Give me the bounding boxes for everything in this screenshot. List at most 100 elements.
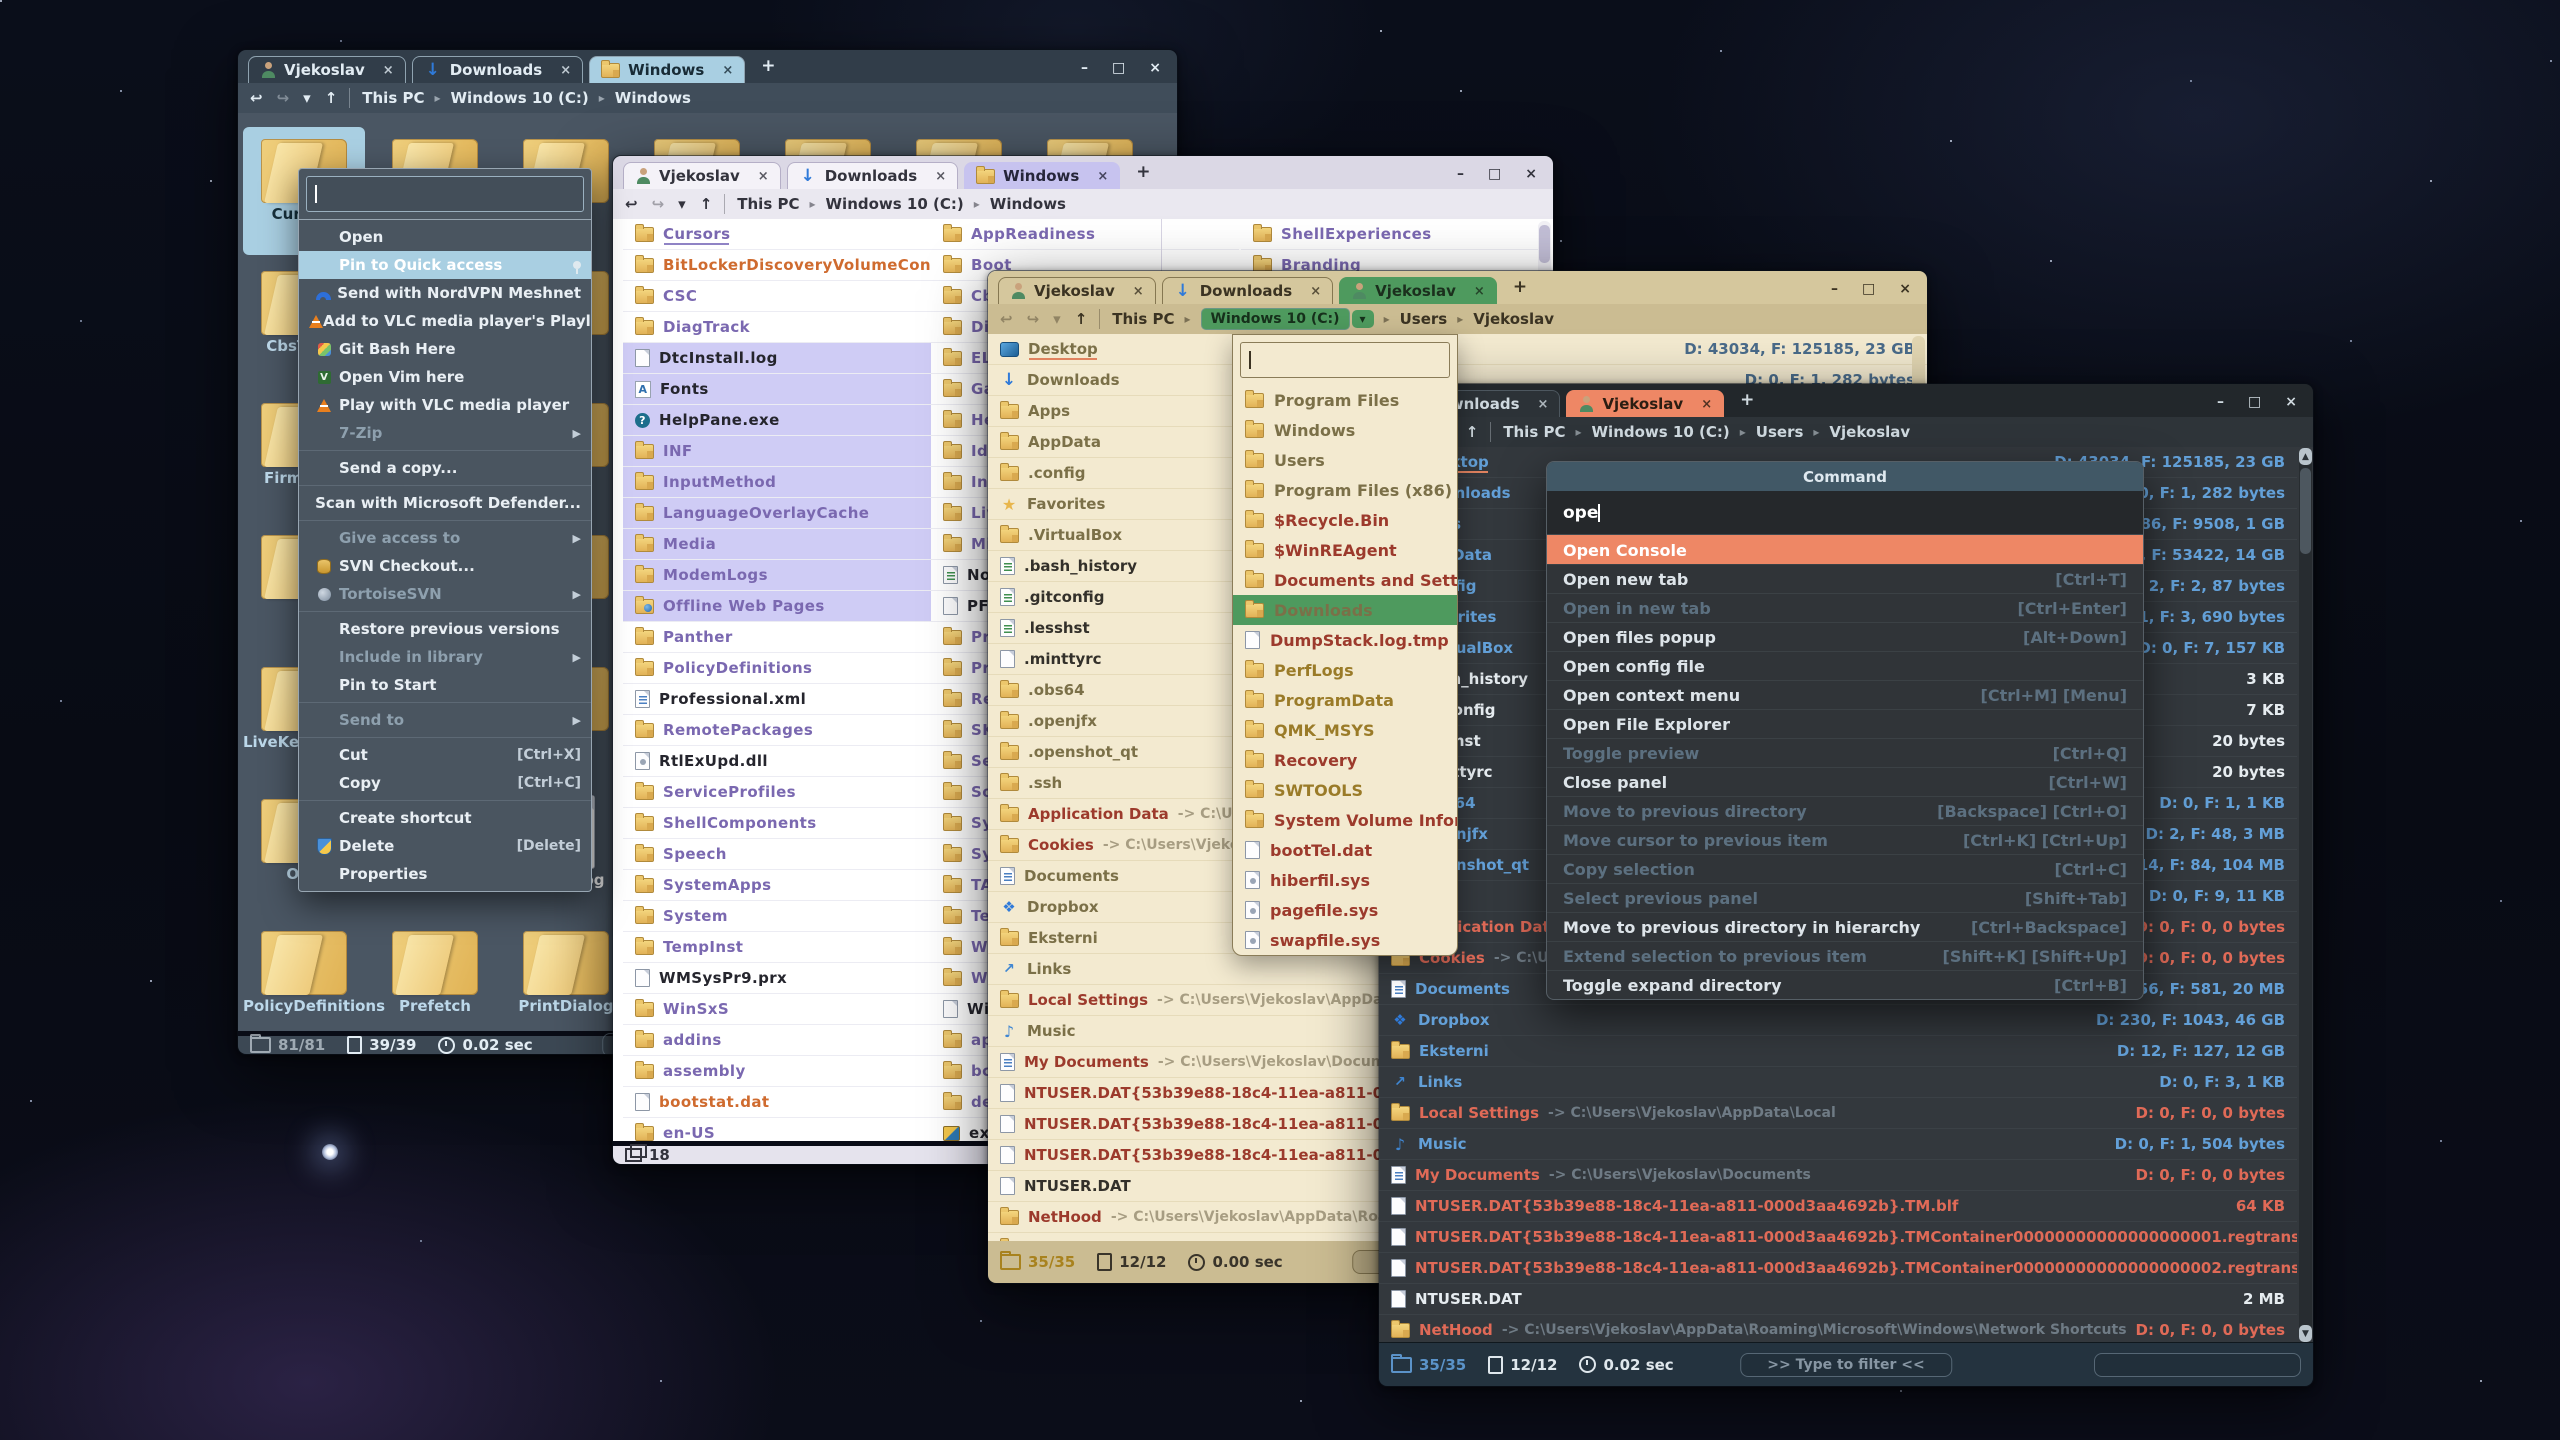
menu-item-delete[interactable]: Delete[Delete]	[299, 832, 591, 860]
maximize-button[interactable]: □	[1112, 60, 1125, 76]
back-button[interactable]: ↩	[1000, 310, 1013, 328]
menu-item-send-with-nordvpn-meshnet[interactable]: Send with NordVPN Meshnet	[299, 279, 591, 307]
file-row-bootstat-dat[interactable]: bootstat.dat	[623, 1087, 931, 1118]
forward-button[interactable]: ↪	[277, 89, 290, 107]
file-row-addins[interactable]: addins	[623, 1025, 931, 1056]
palette-item-toggle-expand-directory[interactable]: Toggle expand directory[Ctrl+B]	[1547, 970, 2143, 999]
menu-item-cut[interactable]: Cut[Ctrl+X]	[299, 741, 591, 769]
filter-box[interactable]: >> Type to filter <<	[1740, 1353, 1952, 1377]
titlebar[interactable]: Vjekoslav×↓Downloads×Windows×+ –□×	[238, 50, 1177, 83]
close-button[interactable]: ×	[1149, 60, 1161, 76]
tab-vjekoslav[interactable]: Vjekoslav×	[998, 277, 1156, 304]
up-button[interactable]: ↑	[1466, 423, 1479, 441]
menu-item-send-to[interactable]: Send to▶	[299, 706, 591, 734]
palette-input[interactable]: ope	[1547, 491, 2143, 535]
file-row-my-documents[interactable]: My Documents-> C:\Users\Vjekoslav\Docume…	[1379, 1160, 2297, 1191]
dropdown-item-hiberfil-sys[interactable]: hiberfil.sys	[1233, 865, 1457, 895]
dropdown-item-recovery[interactable]: Recovery	[1233, 745, 1457, 775]
history-button[interactable]: ▾	[678, 195, 686, 213]
scrollbar-thumb[interactable]	[1539, 225, 1550, 263]
menu-item-open[interactable]: Open	[299, 223, 591, 251]
close-button[interactable]: ×	[1899, 281, 1911, 297]
breadcrumb-windows-10-c[interactable]: Windows 10 (C:)	[1592, 423, 1730, 441]
palette-item-open-context-menu[interactable]: Open context menu[Ctrl+M] [Menu]	[1547, 680, 2143, 709]
breadcrumb-windows-10-c[interactable]: Windows 10 (C:)	[1201, 308, 1350, 330]
file-row-ntuser-dat-53b39e88-18c4-11ea-a811-000d3aa4692b-tmcontainer00000000000000000002-regtrans-ms[interactable]: NTUSER.DAT{53b39e88-18c4-11ea-a811-000d3…	[1379, 1253, 2297, 1284]
tab-close-icon[interactable]: ×	[1133, 284, 1144, 299]
maximize-button[interactable]: □	[1862, 281, 1875, 297]
file-row-ntuser-dat-53b39e88-18c4-11ea-a811-000d3aa4692b-tm-blf[interactable]: NTUSER.DAT{53b39e88-18c4-11ea-a811-000d3…	[1379, 1191, 2297, 1222]
dropdown-item-dumpstack-log-tmp[interactable]: DumpStack.log.tmp	[1233, 625, 1457, 655]
file-row-rtlexupd-dll[interactable]: RtlExUpd.dll	[623, 746, 931, 777]
menu-item-create-shortcut[interactable]: Create shortcut	[299, 804, 591, 832]
menu-item-7-zip[interactable]: 7-Zip▶	[299, 419, 591, 447]
breadcrumb-this-pc[interactable]: This PC	[362, 89, 424, 107]
tab-vjekoslav[interactable]: Vjekoslav×	[248, 56, 406, 83]
tab-close-icon[interactable]: ×	[758, 169, 769, 184]
file-row-fonts[interactable]: AFonts	[623, 374, 931, 405]
menu-item-play-with-vlc-media-player[interactable]: Play with VLC media player	[299, 391, 591, 419]
tab-close-icon[interactable]: ×	[722, 63, 733, 78]
menu-item-pin-to-start[interactable]: Pin to Start	[299, 671, 591, 699]
maximize-button[interactable]: □	[1488, 166, 1501, 182]
palette-item-select-previous-panel[interactable]: Select previous panel[Shift+Tab]	[1547, 883, 2143, 912]
breadcrumb-users[interactable]: Users	[1400, 310, 1448, 328]
breadcrumb-vjekoslav[interactable]: Vjekoslav	[1473, 310, 1554, 328]
menu-item-git-bash-here[interactable]: Git Bash Here	[299, 335, 591, 363]
dropdown-item-pagefile-sys[interactable]: pagefile.sys	[1233, 895, 1457, 925]
context-menu-filter-input[interactable]	[306, 176, 584, 212]
file-row-inf[interactable]: INF	[623, 436, 931, 467]
dropdown-item-swapfile-sys[interactable]: swapfile.sys	[1233, 925, 1457, 955]
scroll-down-button[interactable]: ▼	[2299, 1325, 2312, 1342]
palette-item-extend-selection-to-previous-item[interactable]: Extend selection to previous item[Shift+…	[1547, 941, 2143, 970]
file-row-tempinst[interactable]: TempInst	[623, 932, 931, 963]
close-button[interactable]: ×	[2285, 394, 2297, 410]
new-tab-button[interactable]: +	[1730, 390, 1764, 417]
file-row-serviceprofiles[interactable]: ServiceProfiles	[623, 777, 931, 808]
file-row-nethood[interactable]: NetHood-> C:\Users\Vjekoslav\AppData\Roa…	[1379, 1315, 2297, 1343]
file-row-bitlockerdiscoveryvolumecontents[interactable]: BitLockerDiscoveryVolumeContents	[623, 250, 931, 281]
tab-close-icon[interactable]: ×	[1310, 284, 1321, 299]
dropdown-item-swtools[interactable]: SWTOOLS	[1233, 775, 1457, 805]
file-row-winsxs[interactable]: WinSxS	[623, 994, 931, 1025]
file-row-inputmethod[interactable]: InputMethod	[623, 467, 931, 498]
breadcrumb-this-pc[interactable]: This PC	[737, 195, 799, 213]
file-row-system[interactable]: System	[623, 901, 931, 932]
dropdown-item-system-volume-information[interactable]: System Volume Information	[1233, 805, 1457, 835]
file-row-remotepackages[interactable]: RemotePackages	[623, 715, 931, 746]
file-row-speech[interactable]: Speech	[623, 839, 931, 870]
palette-item-move-to-previous-directory-in-hierarchy[interactable]: Move to previous directory in hierarchy[…	[1547, 912, 2143, 941]
tab-close-icon[interactable]: ×	[1538, 397, 1549, 412]
breadcrumb-windows[interactable]: Windows	[990, 195, 1066, 213]
menu-item-copy[interactable]: Copy[Ctrl+C]	[299, 769, 591, 797]
file-row-offline-web-pages[interactable]: Offline Web Pages	[623, 591, 931, 622]
palette-item-move-cursor-to-previous-item[interactable]: Move cursor to previous item[Ctrl+K] [Ct…	[1547, 825, 2143, 854]
dropdown-item-program-files[interactable]: Program Files	[1233, 385, 1457, 415]
file-row-shellcomponents[interactable]: ShellComponents	[623, 808, 931, 839]
tab-close-icon[interactable]: ×	[1701, 397, 1712, 412]
breadcrumb-users[interactable]: Users	[1756, 423, 1804, 441]
grid-item-prefetch[interactable]: Prefetch	[374, 919, 496, 1031]
file-row-systemapps[interactable]: SystemApps	[623, 870, 931, 901]
file-row-wmsyspr9-prx[interactable]: WMSysPr9.prx	[623, 963, 931, 994]
minimize-button[interactable]: –	[1831, 281, 1838, 297]
palette-item-open-new-tab[interactable]: Open new tab[Ctrl+T]	[1547, 564, 2143, 593]
breadcrumb-windows-10-c[interactable]: Windows 10 (C:)	[451, 89, 589, 107]
tab-vjekoslav[interactable]: Vjekoslav×	[623, 162, 781, 189]
dropdown-filter-input[interactable]	[1240, 342, 1450, 378]
breadcrumb-vjekoslav[interactable]: Vjekoslav	[1829, 423, 1910, 441]
file-row-professional-xml[interactable]: Professional.xml	[623, 684, 931, 715]
file-row-media[interactable]: Media	[623, 529, 931, 560]
tab-vjekoslav[interactable]: Vjekoslav×	[1339, 277, 1497, 304]
tab-close-icon[interactable]: ×	[560, 63, 571, 78]
dropdown-item-documents-and-settings[interactable]: Documents and Settings	[1233, 565, 1457, 595]
titlebar[interactable]: Vjekoslav×↓Downloads×Vjekoslav×+ –□×	[988, 271, 1927, 304]
tab-close-icon[interactable]: ×	[1474, 284, 1485, 299]
tab-windows[interactable]: Windows×	[589, 56, 745, 83]
palette-item-toggle-preview[interactable]: Toggle preview[Ctrl+Q]	[1547, 738, 2143, 767]
file-row-languageoverlaycache[interactable]: LanguageOverlayCache	[623, 498, 931, 529]
file-row-csc[interactable]: CSC	[623, 281, 931, 312]
new-tab-button[interactable]: +	[1503, 277, 1537, 304]
dropdown-item-winreagent[interactable]: $WinREAgent	[1233, 535, 1457, 565]
breadcrumb-dropdown-button[interactable]: ▾	[1352, 310, 1374, 328]
